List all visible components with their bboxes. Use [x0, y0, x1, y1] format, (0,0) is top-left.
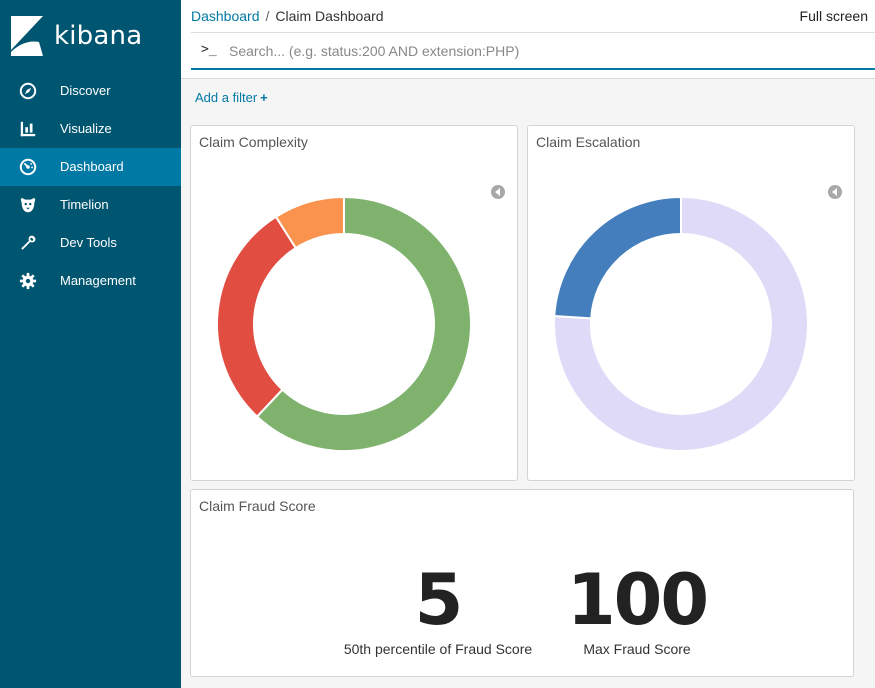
- bar-chart-icon: [20, 121, 36, 137]
- dashboard-icon: [19, 158, 37, 176]
- full-screen-button[interactable]: Full screen: [800, 8, 868, 24]
- breadcrumb-separator: /: [265, 8, 270, 24]
- panel-title: Claim Escalation: [536, 134, 641, 150]
- metric-label: Max Fraud Score: [583, 641, 691, 657]
- donut-slice-1[interactable]: [216, 215, 298, 418]
- sidebar-item-visualize[interactable]: Visualize: [0, 110, 181, 148]
- add-filter-label: Add a filter: [195, 90, 258, 105]
- sidebar-nav: Discover Visualize Dashboard Timelion De…: [0, 72, 181, 300]
- sidebar-item-label: Discover: [60, 83, 111, 98]
- sidebar-item-dev-tools[interactable]: Dev Tools: [0, 224, 181, 262]
- breadcrumb-current: Claim Dashboard: [275, 8, 384, 24]
- donut-slice-1[interactable]: [553, 196, 682, 320]
- metric-max-fraud-score: 100 Max Fraud Score: [551, 565, 723, 657]
- legend-toggle-icon[interactable]: [828, 185, 842, 199]
- sidebar-item-dashboard[interactable]: Dashboard: [0, 148, 181, 186]
- sidebar-item-label: Timelion: [60, 197, 109, 212]
- panel-claim-complexity: Claim Complexity: [190, 125, 518, 481]
- search-input[interactable]: [229, 38, 849, 64]
- sidebar: kibana Discover Visualize Dashboard Time…: [0, 0, 181, 688]
- timelion-icon: [20, 198, 36, 213]
- wrench-icon: [21, 235, 36, 250]
- claim-complexity-donut: [216, 196, 472, 452]
- claim-escalation-donut: [553, 196, 809, 452]
- plus-icon: +: [260, 90, 268, 105]
- gear-icon: [19, 272, 37, 290]
- logo-text: kibana: [54, 21, 143, 51]
- add-filter-button[interactable]: Add a filter +: [195, 90, 268, 105]
- kibana-logo[interactable]: kibana: [0, 0, 181, 72]
- metric-50th-percentile: 5 50th percentile of Fraud Score: [336, 565, 540, 657]
- panel-title: Claim Complexity: [199, 134, 308, 150]
- search-prompt-icon: >_: [201, 42, 217, 57]
- top-bar: Dashboard / Claim Dashboard Full screen >_: [181, 0, 875, 79]
- filter-bar: Add a filter +: [181, 80, 875, 116]
- kibana-logo-icon: [11, 16, 43, 56]
- panel-title: Claim Fraud Score: [199, 498, 316, 514]
- sidebar-item-management[interactable]: Management: [0, 262, 181, 300]
- sidebar-item-discover[interactable]: Discover: [0, 72, 181, 110]
- panel-claim-escalation: Claim Escalation: [527, 125, 855, 481]
- metric-label: 50th percentile of Fraud Score: [343, 641, 533, 657]
- compass-icon: [19, 82, 37, 100]
- legend-toggle-icon[interactable]: [491, 185, 505, 199]
- breadcrumb-dashboard-link[interactable]: Dashboard: [191, 8, 260, 24]
- search-bar: >_: [191, 32, 875, 70]
- sidebar-item-label: Dev Tools: [60, 235, 117, 250]
- metric-value: 100: [566, 559, 709, 641]
- panel-claim-fraud-score: Claim Fraud Score 5 50th percentile of F…: [190, 489, 854, 677]
- breadcrumb: Dashboard / Claim Dashboard: [191, 8, 384, 24]
- metric-value: 5: [414, 559, 464, 641]
- sidebar-item-timelion[interactable]: Timelion: [0, 186, 181, 224]
- sidebar-item-label: Visualize: [60, 121, 112, 136]
- sidebar-item-label: Management: [60, 273, 136, 288]
- sidebar-item-label: Dashboard: [60, 159, 124, 174]
